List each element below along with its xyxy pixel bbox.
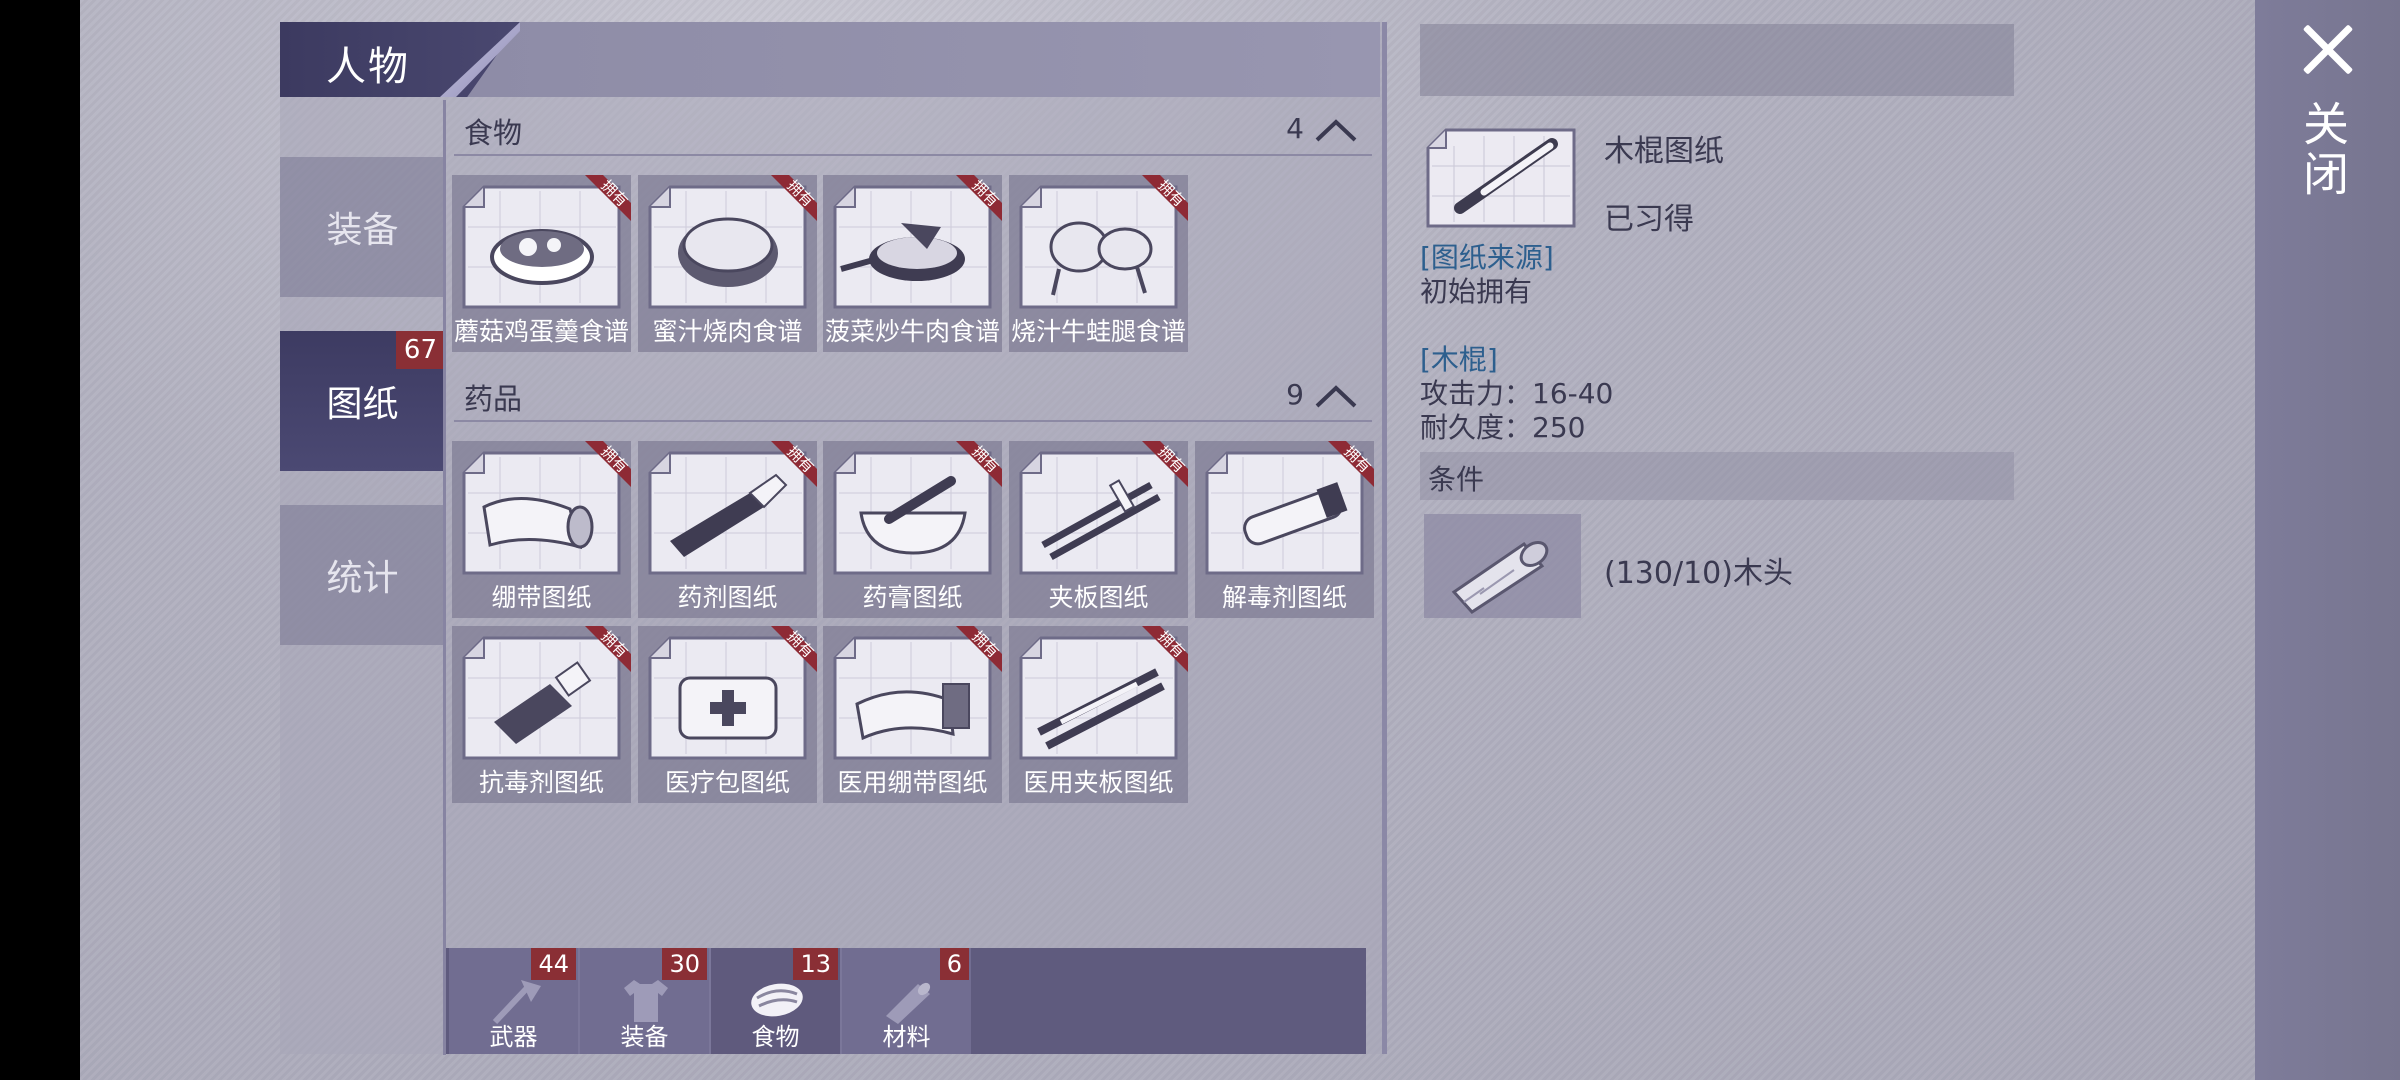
owned-ribbon: 拥有 xyxy=(1142,626,1188,672)
blueprint-name: 药剂图纸 xyxy=(677,583,778,612)
category-tab-food[interactable]: 13 食物 xyxy=(711,948,840,1054)
blueprint-name: 蜜汁烧肉食谱 xyxy=(652,317,803,346)
owned-ribbon: 拥有 xyxy=(956,626,1002,672)
blueprint-card[interactable]: 拥有解毒剂图纸 xyxy=(1195,441,1374,618)
owned-ribbon: 拥有 xyxy=(771,175,817,221)
sidebar-tab-blueprints[interactable]: 图纸 67 xyxy=(280,331,445,471)
blueprint-card[interactable]: 拥有抗毒剂图纸 xyxy=(452,626,631,803)
sidebar-tab-label: 装备 xyxy=(326,210,399,251)
owned-ribbon: 拥有 xyxy=(585,175,631,221)
blueprint-name: 药膏图纸 xyxy=(862,583,963,612)
detail-header xyxy=(1420,24,2014,96)
sidebar-tab-label: 统计 xyxy=(326,558,399,599)
item-name: 木棍图纸 xyxy=(1604,134,1724,169)
owned-ribbon: 拥有 xyxy=(771,441,817,487)
blueprint-card[interactable]: 拥有药膏图纸 xyxy=(823,441,1002,618)
section-count: 9 xyxy=(1286,378,1304,411)
owned-ribbon: 拥有 xyxy=(1142,175,1188,221)
owned-ribbon: 拥有 xyxy=(1328,441,1374,487)
blueprint-name: 蘑菇鸡蛋羹食谱 xyxy=(453,317,629,346)
durability-stat: 耐久度：250 xyxy=(1420,411,1586,444)
food-section-header: 食物 4 xyxy=(454,104,1372,156)
category-count-badge: 44 xyxy=(531,948,576,980)
category-count-badge: 6 xyxy=(939,948,969,980)
owned-ribbon: 拥有 xyxy=(1142,441,1188,487)
category-tab-label: 武器 xyxy=(489,1023,538,1051)
blueprint-name: 解毒剂图纸 xyxy=(1221,583,1347,612)
section-title: 食物 xyxy=(464,116,523,150)
category-tab-materials[interactable]: 6 材料 xyxy=(842,948,971,1054)
blueprint-card[interactable]: 拥有菠菜炒牛肉食谱 xyxy=(823,175,1002,352)
blueprint-card[interactable]: 拥有蜜汁烧肉食谱 xyxy=(638,175,817,352)
chevron-up-icon[interactable] xyxy=(1314,384,1358,408)
owned-ribbon: 拥有 xyxy=(771,626,817,672)
section-title: 药品 xyxy=(464,382,523,416)
blueprint-name: 绷带图纸 xyxy=(491,583,592,612)
learned-status: 已习得 xyxy=(1604,202,1694,237)
sidebar-tab-label: 图纸 xyxy=(326,384,399,425)
chevron-up-icon[interactable] xyxy=(1314,118,1358,142)
owned-ribbon: 拥有 xyxy=(956,441,1002,487)
owned-ribbon: 拥有 xyxy=(585,626,631,672)
blueprint-count-badge: 67 xyxy=(395,331,445,369)
blueprint-card[interactable]: 拥有夹板图纸 xyxy=(1009,441,1188,618)
sidebar-divider xyxy=(443,100,446,1055)
category-tab-weapons[interactable]: 44 武器 xyxy=(449,948,578,1054)
blueprint-card[interactable]: 拥有烧汁牛蛙腿食谱 xyxy=(1009,175,1188,352)
category-tab-equipment[interactable]: 30 装备 xyxy=(580,948,709,1054)
blueprint-card[interactable]: 拥有医用夹板图纸 xyxy=(1009,626,1188,803)
condition-text: (130/10)木头 xyxy=(1604,556,1793,591)
blueprint-name: 夹板图纸 xyxy=(1048,583,1149,612)
blueprint-name: 医疗包图纸 xyxy=(664,768,790,797)
blueprint-card[interactable]: 拥有蘑菇鸡蛋羹食谱 xyxy=(452,175,631,352)
wood-log-icon xyxy=(1424,514,1581,618)
blueprint-card[interactable]: 拥有绷带图纸 xyxy=(452,441,631,618)
close-icon[interactable] xyxy=(2300,22,2356,78)
panel-edge xyxy=(1382,22,1387,1054)
close-button[interactable]: 关闭 xyxy=(2296,100,2356,200)
category-tab-label: 材料 xyxy=(882,1023,931,1051)
category-tab-label: 装备 xyxy=(620,1023,669,1051)
blueprint-name: 菠菜炒牛肉食谱 xyxy=(824,317,1000,346)
stick-blueprint-icon xyxy=(1426,128,1576,228)
category-tab-label: 食物 xyxy=(751,1023,800,1051)
owned-ribbon: 拥有 xyxy=(585,441,631,487)
sidebar-tab-equipment[interactable]: 装备 xyxy=(280,157,445,297)
blueprint-card[interactable]: 拥有医用绷带图纸 xyxy=(823,626,1002,803)
blueprint-name: 医用绷带图纸 xyxy=(837,768,988,797)
blueprint-name: 抗毒剂图纸 xyxy=(478,768,604,797)
category-count-badge: 30 xyxy=(662,948,707,980)
condition-title: 条件 xyxy=(1428,463,1485,496)
owned-ribbon: 拥有 xyxy=(956,175,1002,221)
blueprint-card[interactable]: 拥有医疗包图纸 xyxy=(638,626,817,803)
sidebar-tab-stats[interactable]: 统计 xyxy=(280,505,445,645)
medicine-section-header: 药品 9 xyxy=(454,370,1372,422)
blueprint-card[interactable]: 拥有药剂图纸 xyxy=(638,441,817,618)
blueprint-source-text: 初始拥有 xyxy=(1420,275,1533,308)
condition-header xyxy=(1420,452,2014,500)
section-count: 4 xyxy=(1286,112,1304,145)
blueprint-name: 医用夹板图纸 xyxy=(1023,768,1174,797)
category-count-badge: 13 xyxy=(793,948,838,980)
blueprint-name: 烧汁牛蛙腿食谱 xyxy=(1010,317,1186,346)
page-title: 人物 xyxy=(326,44,410,90)
